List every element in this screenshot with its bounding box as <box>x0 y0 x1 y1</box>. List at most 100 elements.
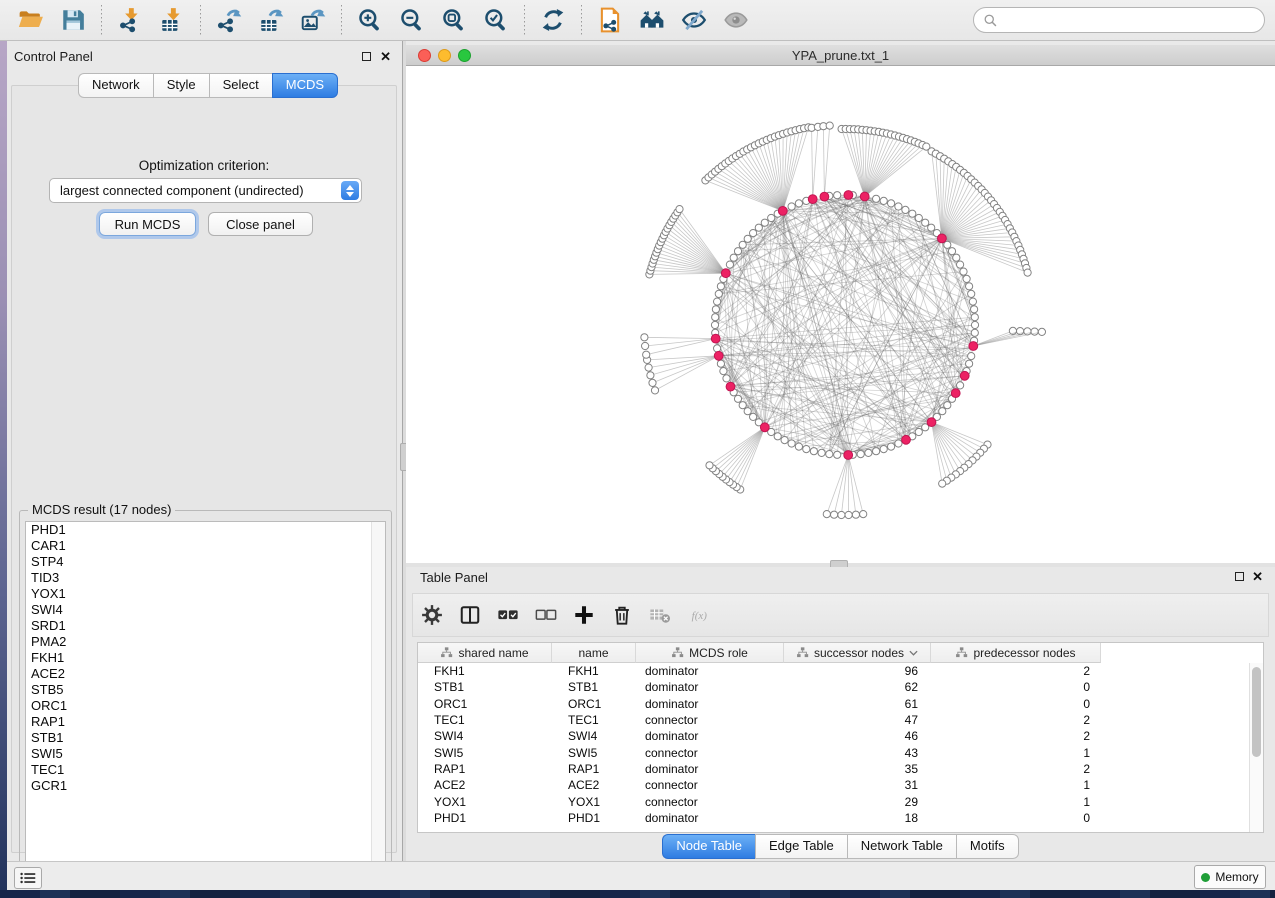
table-row[interactable]: RAP1RAP1dominator352 <box>418 761 1250 777</box>
tab-motifs[interactable]: Motifs <box>956 834 1019 859</box>
float-panel-icon[interactable] <box>362 52 371 61</box>
table-scrollbar[interactable] <box>1249 663 1263 832</box>
mcds-result-item[interactable]: TID3 <box>26 570 385 586</box>
select-all-columns-button[interactable] <box>495 602 521 628</box>
graph-hub-node[interactable] <box>721 269 730 278</box>
graph-node[interactable] <box>795 200 802 207</box>
graph-hub-node[interactable] <box>714 351 723 360</box>
graph-node[interactable] <box>880 197 887 204</box>
graph-node[interactable] <box>734 248 741 255</box>
graph-node[interactable] <box>726 261 733 268</box>
mcds-result-item[interactable]: RAP1 <box>26 714 385 730</box>
graph-node[interactable] <box>676 206 683 213</box>
table-row[interactable]: FKH1FKH1dominator962 <box>418 663 1250 679</box>
mcds-result-item[interactable]: FKH1 <box>26 650 385 666</box>
table-settings-button[interactable] <box>419 602 445 628</box>
column-header-shared-name[interactable]: shared name <box>418 643 552 663</box>
table-row[interactable]: ACE2ACE2connector311 <box>418 777 1250 793</box>
graph-node[interactable] <box>860 511 867 518</box>
close-panel-icon[interactable]: ✕ <box>380 51 391 62</box>
mcds-result-item[interactable]: SRD1 <box>26 618 385 634</box>
network-canvas[interactable] <box>406 66 1275 563</box>
graph-node[interactable] <box>788 203 795 210</box>
graph-node[interactable] <box>715 290 722 297</box>
graph-node[interactable] <box>895 203 902 210</box>
graph-hub-node[interactable] <box>711 334 720 343</box>
table-row[interactable]: YOX1YOX1connector291 <box>418 793 1250 809</box>
graph-node[interactable] <box>971 329 978 336</box>
graph-node[interactable] <box>761 219 768 226</box>
graph-node[interactable] <box>852 511 859 518</box>
graph-node[interactable] <box>928 224 935 231</box>
mcds-result-item[interactable]: SWI4 <box>26 602 385 618</box>
graph-node[interactable] <box>968 353 975 360</box>
mcds-result-item[interactable]: ORC1 <box>26 698 385 714</box>
graph-node[interactable] <box>826 451 833 458</box>
graph-node[interactable] <box>971 314 978 321</box>
search-box[interactable] <box>973 7 1265 33</box>
mcds-result-item[interactable]: STB1 <box>26 730 385 746</box>
graph-node[interactable] <box>838 511 845 518</box>
graph-node[interactable] <box>734 395 741 402</box>
export-table-button[interactable] <box>256 5 286 35</box>
graph-node[interactable] <box>915 428 922 435</box>
graph-node[interactable] <box>953 254 960 261</box>
create-column-button[interactable] <box>571 602 597 628</box>
show-columns-button[interactable] <box>457 602 483 628</box>
import-table-button[interactable] <box>157 5 187 35</box>
column-header-name[interactable]: name <box>552 643 636 663</box>
export-network-button[interactable] <box>214 5 244 35</box>
unselect-all-columns-button[interactable] <box>533 602 559 628</box>
graph-node[interactable] <box>781 437 788 444</box>
graph-node[interactable] <box>873 195 880 202</box>
graph-node[interactable] <box>857 451 864 458</box>
graph-node[interactable] <box>823 511 830 518</box>
graph-hub-node[interactable] <box>760 423 769 432</box>
mcds-result-item[interactable]: YOX1 <box>26 586 385 602</box>
function-builder-button[interactable]: f(x) <box>685 602 719 628</box>
graph-node[interactable] <box>960 268 967 275</box>
graph-node[interactable] <box>642 342 649 349</box>
graph-node[interactable] <box>643 351 650 358</box>
scrollbar-thumb[interactable] <box>1252 667 1261 757</box>
graph-hub-node[interactable] <box>778 207 787 216</box>
graph-node[interactable] <box>948 248 955 255</box>
graph-node[interactable] <box>895 440 902 447</box>
mcds-result-item[interactable]: CAR1 <box>26 538 385 554</box>
open-session-button[interactable] <box>16 5 46 35</box>
mcds-result-item[interactable]: TEC1 <box>26 762 385 778</box>
neighborhood-button[interactable] <box>637 5 667 35</box>
network-graph[interactable] <box>406 66 1275 563</box>
graph-node[interactable] <box>966 283 973 290</box>
clear-table-button[interactable] <box>647 602 673 628</box>
graph-node[interactable] <box>714 345 721 352</box>
graph-node[interactable] <box>922 219 929 226</box>
graph-node[interactable] <box>711 321 718 328</box>
graph-node[interactable] <box>971 321 978 328</box>
graph-node[interactable] <box>717 283 724 290</box>
graph-node[interactable] <box>845 511 852 518</box>
graph-node[interactable] <box>795 443 802 450</box>
graph-node[interactable] <box>963 275 970 282</box>
save-session-button[interactable] <box>58 5 88 35</box>
tab-mcds[interactable]: MCDS <box>272 73 338 98</box>
graph-node[interactable] <box>720 368 727 375</box>
graph-node[interactable] <box>968 290 975 297</box>
criterion-select[interactable]: largest connected component (undirected) <box>49 178 362 203</box>
graph-node[interactable] <box>915 214 922 221</box>
tab-select[interactable]: Select <box>209 73 272 98</box>
graph-hub-node[interactable] <box>951 389 960 398</box>
table-row[interactable]: TEC1TEC1connector472 <box>418 712 1250 728</box>
graph-node[interactable] <box>1024 269 1031 276</box>
mcds-result-item[interactable]: ACE2 <box>26 666 385 682</box>
graph-node[interactable] <box>880 446 887 453</box>
column-header-successor-nodes[interactable]: successor nodes <box>784 643 931 663</box>
tab-style[interactable]: Style <box>153 73 209 98</box>
tab-edge-table[interactable]: Edge Table <box>755 834 847 859</box>
graph-node[interactable] <box>723 375 730 382</box>
graph-node[interactable] <box>744 408 751 415</box>
graph-node[interactable] <box>730 254 737 261</box>
refresh-view-button[interactable] <box>538 5 568 35</box>
graph-node[interactable] <box>717 360 724 367</box>
graph-node[interactable] <box>739 241 746 248</box>
